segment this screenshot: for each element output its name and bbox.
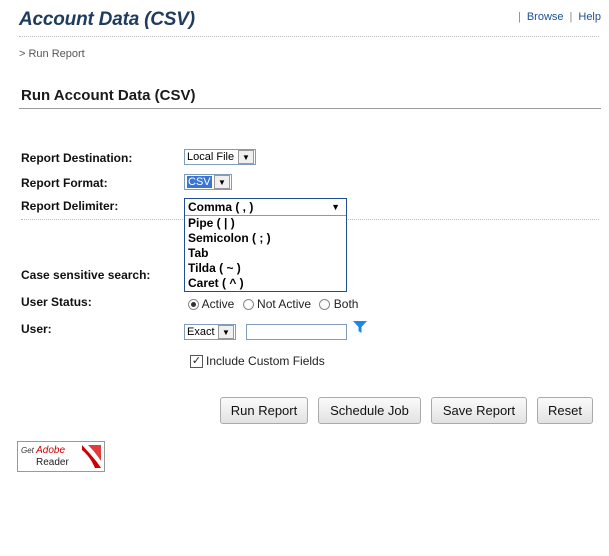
delimiter-option-caret[interactable]: Caret ( ^ ) bbox=[185, 276, 346, 291]
delimiter-options-list: Pipe ( | ) Semicolon ( ; ) Tab Tilda ( ~… bbox=[185, 216, 346, 291]
chevron-down-icon: ▼ bbox=[238, 150, 254, 164]
page-title: Account Data (CSV) bbox=[19, 9, 195, 30]
save-report-button[interactable]: Save Report bbox=[431, 397, 527, 424]
user-status-label: User Status: bbox=[21, 295, 92, 309]
browse-link[interactable]: Browse bbox=[527, 11, 564, 23]
delimiter-dropdown[interactable]: Comma ( , ) ▼ Pipe ( | ) Semicolon ( ; )… bbox=[184, 198, 347, 292]
link-separator: | bbox=[517, 11, 521, 23]
caret-down-icon: ▼ bbox=[331, 202, 340, 212]
delimiter-option-tilda[interactable]: Tilda ( ~ ) bbox=[185, 261, 346, 276]
user-label: User: bbox=[21, 322, 52, 336]
section-divider bbox=[19, 108, 601, 109]
user-status-radios: Active Not Active Both bbox=[188, 297, 358, 311]
get-adobe-reader-badge[interactable]: Get Adobe Reader bbox=[17, 441, 105, 472]
case-sensitive-label: Case sensitive search: bbox=[21, 268, 151, 282]
destination-label: Report Destination: bbox=[21, 151, 133, 165]
delimiter-value: Comma ( , ) bbox=[188, 200, 254, 214]
reset-button[interactable]: Reset bbox=[537, 397, 593, 424]
breadcrumb[interactable]: > Run Report bbox=[19, 48, 85, 60]
format-value: CSV bbox=[187, 176, 212, 188]
link-separator: | bbox=[569, 11, 573, 23]
header-divider bbox=[19, 36, 599, 37]
destination-value: Local File bbox=[187, 151, 235, 163]
section-title: Run Account Data (CSV) bbox=[21, 87, 196, 104]
filter-icon[interactable] bbox=[352, 320, 368, 334]
chevron-down-icon: ▼ bbox=[214, 175, 230, 189]
format-label: Report Format: bbox=[21, 176, 108, 190]
delimiter-option-pipe[interactable]: Pipe ( | ) bbox=[185, 216, 346, 231]
delimiter-label: Report Delimiter: bbox=[21, 199, 119, 213]
top-links: | Browse | Help bbox=[512, 11, 601, 23]
help-link[interactable]: Help bbox=[578, 11, 601, 23]
format-select[interactable]: CSV ▼ bbox=[184, 174, 232, 190]
status-active-radio[interactable] bbox=[188, 299, 199, 311]
custom-fields-checkbox[interactable]: ✓ bbox=[190, 354, 203, 368]
delimiter-option-semicolon[interactable]: Semicolon ( ; ) bbox=[185, 231, 346, 246]
user-input[interactable] bbox=[246, 324, 347, 340]
custom-fields-label: Include Custom Fields bbox=[206, 354, 325, 368]
schedule-job-button[interactable]: Schedule Job bbox=[318, 397, 421, 424]
adobe-get-text: Get Adobe bbox=[21, 445, 66, 456]
user-match-select[interactable]: Exact ▼ bbox=[184, 324, 236, 340]
delimiter-select[interactable]: Comma ( , ) ▼ bbox=[185, 199, 346, 216]
status-active-label: Active bbox=[201, 297, 235, 311]
user-match-value: Exact bbox=[187, 326, 215, 338]
destination-select[interactable]: Local File ▼ bbox=[184, 149, 256, 165]
chevron-down-icon: ▼ bbox=[218, 325, 234, 339]
run-report-button[interactable]: Run Report bbox=[220, 397, 308, 424]
delimiter-option-tab[interactable]: Tab bbox=[185, 246, 346, 261]
status-not-active-radio[interactable] bbox=[242, 299, 254, 311]
status-not-active-label: Not Active bbox=[257, 297, 312, 311]
status-both-radio[interactable] bbox=[319, 299, 331, 311]
adobe-reader-text: Reader bbox=[36, 457, 69, 468]
custom-fields-row: ✓ Include Custom Fields bbox=[190, 354, 325, 368]
status-both-label: Both bbox=[333, 297, 359, 311]
adobe-logo-icon bbox=[82, 445, 101, 468]
